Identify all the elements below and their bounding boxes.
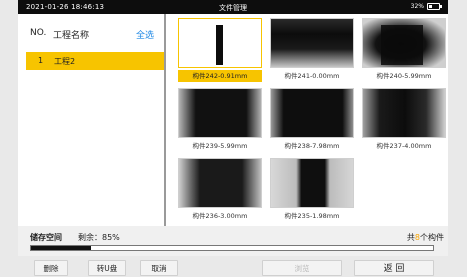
storage-label: 储存空间: [30, 233, 62, 242]
battery-icon: [427, 3, 442, 10]
header-name: 工程名称: [53, 31, 90, 41]
project-list-header: NO. 工程名称 全选: [18, 14, 164, 52]
project-list-panel: NO. 工程名称 全选 1 工程2: [18, 14, 176, 226]
thumbnail-caption: 构件242-0.91mm: [178, 70, 262, 82]
cancel-button[interactable]: 取消: [140, 260, 178, 276]
thumbnail-caption: 构件239-5.99mm: [192, 142, 248, 150]
delete-button[interactable]: 删除: [34, 260, 68, 276]
count-prefix: 共: [406, 233, 415, 242]
thumbnail-caption: 构件237-4.00mm: [376, 142, 432, 150]
thumbnail-image: [362, 18, 446, 68]
battery-indicator: 32%: [410, 3, 442, 10]
thumbnail-caption: 构件240-5.99mm: [376, 72, 432, 80]
thumbnail-image: [270, 158, 354, 208]
thumbnail-caption: 构件235-1.98mm: [284, 212, 340, 220]
thumbnail-image: [362, 88, 446, 138]
project-row[interactable]: 1 工程2: [26, 52, 176, 70]
status-bar: 2021-01-26 18:46:13 文件管理 32%: [18, 0, 448, 14]
component-count: 共8个构件: [407, 232, 444, 243]
storage-progress-bar: [30, 245, 434, 251]
file-manager-screen: 2021-01-26 18:46:13 文件管理 32% NO. 工程名称 全选…: [0, 0, 467, 277]
browse-button[interactable]: 浏览: [262, 260, 342, 276]
battery-level: [429, 5, 432, 8]
project-name: 工程2: [54, 57, 76, 66]
thumbnail-image: [270, 88, 354, 138]
select-all-button[interactable]: 全选: [136, 28, 154, 41]
thumbnail-tile[interactable]: 构件239-5.99mm: [178, 88, 262, 152]
thumbnail-tile[interactable]: 构件237-4.00mm: [362, 88, 446, 152]
storage-progress-fill: [31, 246, 92, 250]
transfer-usb-button[interactable]: 转U盘: [88, 260, 126, 276]
thumbnail-grid: 构件242-0.91mm 构件241-0.00mm 构件240-5.99mm 构…: [166, 14, 448, 226]
back-button[interactable]: 返 回: [354, 260, 434, 276]
thumbnail-image: [270, 18, 354, 68]
action-bar: 删除 转U盘 取消 浏览 返 回: [18, 256, 448, 277]
screen-title: 文件管理: [219, 4, 247, 12]
storage-info: 储存空间 剩余：85% 共8个构件: [18, 226, 448, 256]
thumbnail-tile[interactable]: 构件242-0.91mm: [178, 18, 262, 82]
thumbnail-tile[interactable]: 构件235-1.98mm: [270, 158, 354, 222]
thumbnail-tile[interactable]: 构件240-5.99mm: [362, 18, 446, 82]
project-index: 1: [38, 56, 44, 65]
thumbnail-image: [178, 158, 262, 208]
thumbnail-image: [178, 88, 262, 138]
thumbnail-image: [178, 18, 262, 68]
thumbnail-tile[interactable]: 构件238-7.98mm: [270, 88, 354, 152]
header-no: NO.: [30, 28, 47, 38]
thumbnail-tile[interactable]: 构件241-0.00mm: [270, 18, 354, 82]
thumbnail-caption: 构件238-7.98mm: [284, 142, 340, 150]
thumbnail-caption: 构件236-3.00mm: [192, 212, 248, 220]
thumbnail-tile[interactable]: 构件236-3.00mm: [178, 158, 262, 222]
count-suffix: 个构件: [420, 233, 444, 242]
battery-percent: 32%: [410, 3, 424, 10]
thumbnail-caption: 构件241-0.00mm: [284, 72, 340, 80]
storage-remaining: 剩余：85%: [78, 233, 120, 242]
